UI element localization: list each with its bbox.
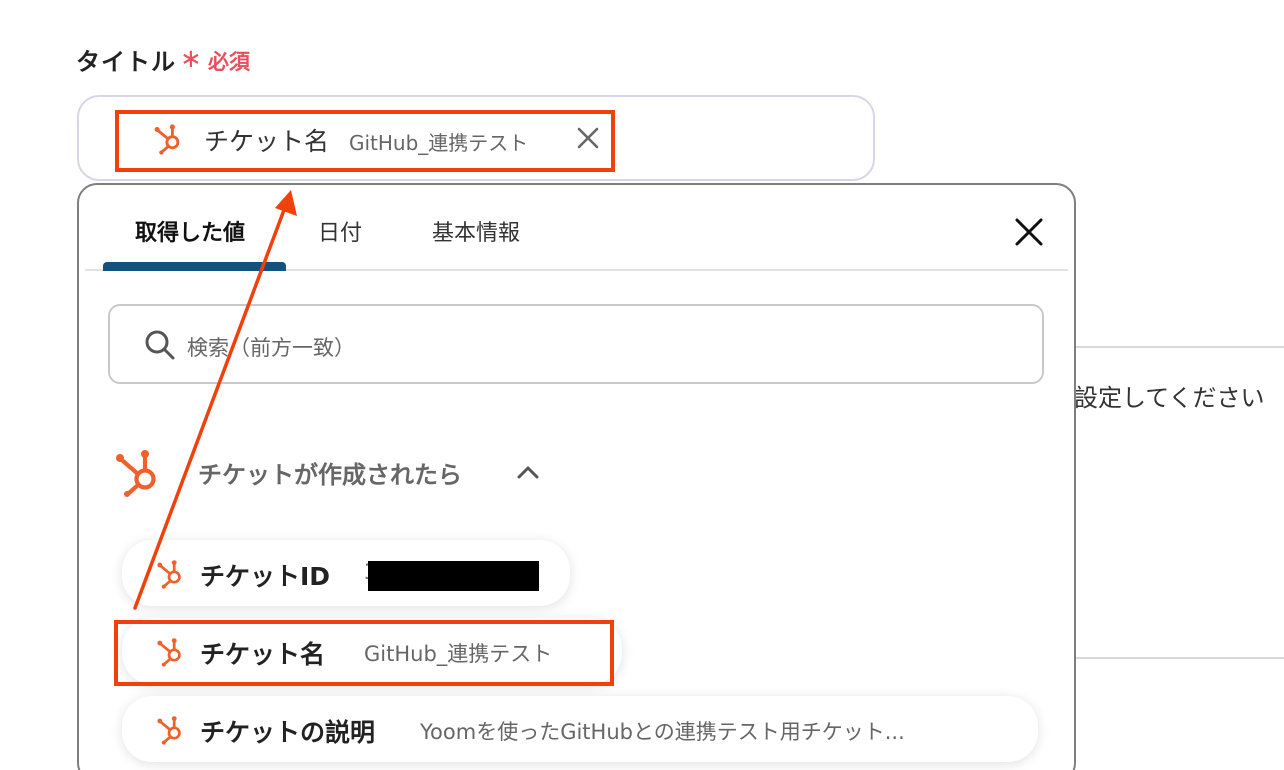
background-divider [1075, 657, 1284, 659]
required-label: 必須 [208, 50, 250, 74]
close-icon[interactable] [1010, 213, 1048, 251]
hubspot-icon [157, 638, 181, 667]
required-asterisk: ∗ [180, 44, 202, 74]
tab-basic-info[interactable]: 基本情報 [432, 215, 520, 247]
remove-token-icon[interactable] [572, 122, 604, 154]
token-value: GitHub_連携テスト [349, 131, 529, 155]
background-hint-text: 設定してください [1074, 384, 1265, 412]
hubspot-icon [157, 560, 181, 589]
search-icon [145, 330, 175, 360]
search-placeholder: 検索（前方一致） [187, 336, 355, 360]
token-name: チケット名 [204, 127, 330, 156]
item-name: チケットID [200, 562, 331, 591]
hubspot-icon [154, 124, 180, 155]
active-tab-indicator [103, 262, 286, 271]
tab-date[interactable]: 日付 [318, 215, 362, 247]
field-label-title: タイトル [76, 48, 176, 76]
background-divider [1075, 346, 1284, 348]
hubspot-icon [116, 450, 156, 497]
tab-retrieved-values[interactable]: 取得した値 [135, 215, 245, 247]
chevron-up-icon[interactable] [514, 462, 542, 482]
item-value: Yoomを使ったGitHubとの連携テスト用チケット... [420, 720, 905, 744]
group-title[interactable]: チケットが作成されたら [198, 455, 462, 490]
item-name: チケットの説明 [200, 718, 376, 747]
item-name: チケット名 [200, 640, 326, 669]
item-value: GitHub_連携テスト [364, 642, 553, 666]
redaction-bar [368, 561, 539, 591]
hubspot-icon [157, 716, 181, 745]
